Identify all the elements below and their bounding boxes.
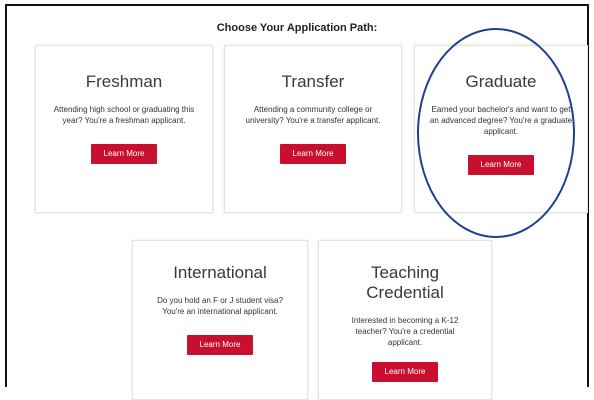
card-teaching-credential: Teaching Credential Interested in becomi… (318, 240, 492, 400)
card-description-freshman: Attending high school or graduating this… (53, 105, 195, 125)
card-title-freshman: Freshman (85, 72, 163, 91)
card-description-graduate: Earned your bachelor's and want to get a… (429, 105, 573, 136)
card-freshman: Freshman Attending high school or gradua… (35, 45, 213, 213)
card-title-international: International (173, 263, 267, 282)
card-transfer: Transfer Attending a community college o… (224, 45, 402, 213)
card-international: International Do you hold an F or J stud… (132, 240, 308, 400)
card-graduate: Graduate Earned your bachelor's and want… (414, 45, 588, 213)
learn-more-button-graduate[interactable]: Learn More (468, 155, 534, 175)
card-title-graduate: Graduate (465, 72, 537, 91)
page-heading: Choose Your Application Path: (216, 22, 378, 34)
card-description-transfer: Attending a community college or univers… (245, 105, 381, 125)
card-description-teaching-credential: Interested in becoming a K-12 teacher? Y… (351, 316, 459, 347)
learn-more-button-international[interactable]: Learn More (187, 335, 253, 355)
learn-more-button-freshman[interactable]: Learn More (91, 144, 157, 164)
learn-more-button-teaching-credential[interactable]: Learn More (372, 362, 438, 382)
card-title-transfer: Transfer (281, 72, 345, 91)
card-description-international: Do you hold an F or J student visa? You'… (157, 296, 283, 316)
learn-more-button-transfer[interactable]: Learn More (280, 144, 346, 164)
card-title-teaching-credential: Teaching Credential (366, 263, 444, 302)
